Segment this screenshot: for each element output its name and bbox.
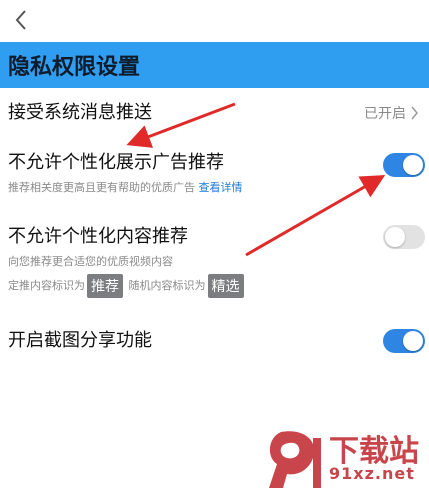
view-details-link[interactable]: 查看详情 (199, 181, 243, 194)
back-button[interactable] (6, 4, 36, 36)
tag-prefix-1: 定推内容标识为 (8, 279, 85, 292)
page-title: 隐私权限设置 (8, 55, 141, 80)
content-tag-line: 定推内容标识为 推荐 随机内容标识为 精选 (8, 274, 429, 298)
watermark-logo-icon (269, 431, 321, 488)
content-personalization-toggle[interactable] (383, 225, 425, 249)
top-bar (0, 0, 429, 42)
chevron-right-icon (411, 106, 418, 120)
content-personalization-description: 向您推荐更合适您的优质视频内容 (8, 255, 173, 268)
system-push-status[interactable]: 已开启 (364, 103, 419, 123)
setting-row-content-personalization: 不允许个性化内容推荐 向您推荐更合适您的优质视频内容 定推内容标识为 推荐 随机内… (8, 226, 429, 298)
ad-personalization-description: 推荐相关度更高且更有帮助的优质广告 查看详情 (8, 180, 429, 196)
ad-personalization-description-text: 推荐相关度更高且更有帮助的优质广告 (8, 181, 195, 194)
featured-tag: 精选 (207, 274, 244, 298)
setting-row-ad-personalization: 不允许个性化展示广告推荐 推荐相关度更高且更有帮助的优质广告 查看详情 (8, 152, 429, 196)
toggle-knob (403, 155, 423, 175)
page-title-bar: 隐私权限设置 (0, 42, 429, 88)
content-personalization-label: 不允许个性化内容推荐 (8, 226, 188, 247)
toggle-knob (403, 331, 423, 351)
chevron-left-icon (15, 10, 26, 30)
ad-personalization-label: 不允许个性化展示广告推荐 (8, 152, 224, 173)
watermark: 下载站 91xz.net (263, 424, 423, 494)
screenshot-share-toggle[interactable] (383, 329, 425, 353)
watermark-text-url: 91xz.net (329, 464, 415, 483)
toggle-knob (385, 227, 405, 247)
recommend-tag: 推荐 (87, 274, 123, 298)
setting-row-screenshot-share: 开启截图分享功能 (8, 330, 429, 352)
tag-prefix-2: 随机内容标识为 (128, 279, 206, 292)
ad-personalization-toggle[interactable] (383, 153, 425, 177)
system-push-status-text: 已开启 (364, 106, 406, 122)
screenshot-share-label: 开启截图分享功能 (8, 330, 152, 351)
